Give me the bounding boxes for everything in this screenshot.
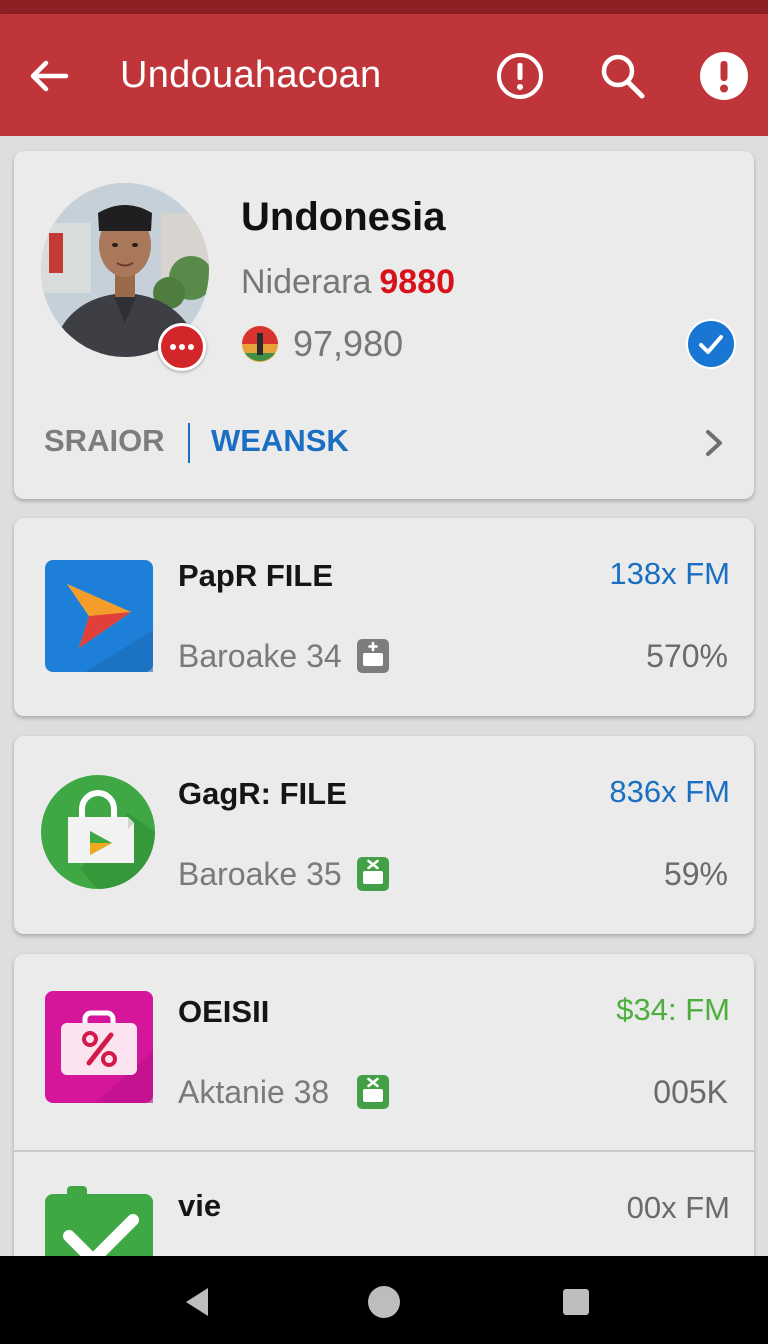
coin-value: 97,980: [293, 323, 404, 364]
item-percent: 005K: [653, 1074, 728, 1110]
list-item[interactable]: vie 00x FM: [14, 1152, 754, 1256]
arrow-left-icon[interactable]: [26, 54, 70, 98]
search-icon[interactable]: [596, 50, 648, 102]
calculator-icon: [357, 1075, 389, 1109]
item-subtitle: Baroake 34: [178, 638, 342, 674]
paper-plane-app-icon[interactable]: [45, 560, 153, 672]
nav-recents-icon[interactable]: [556, 1282, 596, 1322]
list-item[interactable]: GagR: FILE Baroake 35 836x FM 59%: [14, 736, 754, 934]
nav-home-icon[interactable]: [364, 1282, 404, 1322]
item-price: 138x FM: [609, 556, 730, 591]
coin-flag-icon: [242, 326, 278, 362]
shopping-bag-play-app-icon[interactable]: [40, 773, 156, 891]
profile-sub-label: Niderara: [241, 263, 372, 301]
alert-circle-icon[interactable]: [698, 50, 750, 102]
profile-name: Undonesia: [241, 195, 446, 239]
verified-check-icon: [686, 319, 736, 369]
nav-back-icon[interactable]: [178, 1282, 218, 1322]
tab-weansk[interactable]: WEANSK: [211, 423, 349, 459]
item-subtitle: Baroake 35: [178, 856, 342, 892]
item-title: OEISII: [178, 994, 270, 1029]
more-options-icon[interactable]: [158, 323, 206, 371]
item-title: GagR: FILE: [178, 776, 347, 811]
calculator-icon: [357, 857, 389, 891]
tab-sraior[interactable]: SRAIOR: [44, 423, 165, 459]
profile-card[interactable]: Undonesia Niderara 9880 97,980 SRAIOR WEA…: [14, 151, 754, 499]
item-title: PapR FILE: [178, 558, 334, 593]
list-item[interactable]: OEISII Aktanie 38 $34: FM 005K: [14, 954, 754, 1150]
list-group: OEISII Aktanie 38 $34: FM 005K vie 00x F…: [14, 954, 754, 1256]
list-item[interactable]: PapR FILE Baroake 34 138x FM 570%: [14, 518, 754, 716]
check-app-icon[interactable]: [45, 1186, 153, 1256]
app-title: Undouahacoan: [120, 54, 382, 96]
info-circle-icon[interactable]: [494, 50, 546, 102]
item-percent: 570%: [646, 638, 728, 674]
calculator-icon: [357, 639, 389, 673]
item-price: $34: FM: [616, 992, 730, 1027]
tab-divider: [188, 423, 190, 463]
chevron-right-icon[interactable]: [702, 427, 728, 459]
main-content: Undonesia Niderara 9880 97,980 SRAIOR WEA…: [0, 136, 768, 1256]
item-price: 00x FM: [626, 1190, 730, 1225]
item-price: 836x FM: [609, 774, 730, 809]
status-bar: [0, 0, 768, 14]
item-percent: 59%: [663, 856, 728, 892]
discount-bag-app-icon[interactable]: [45, 991, 153, 1103]
profile-subtitle: Niderara 9880: [241, 263, 455, 302]
app-bar: Undouahacoan: [0, 14, 768, 136]
profile-sub-value: 9880: [379, 263, 456, 301]
item-subtitle: Aktanie 38: [178, 1074, 330, 1110]
item-title: vie: [178, 1188, 222, 1223]
system-nav-bar: [0, 1256, 768, 1344]
